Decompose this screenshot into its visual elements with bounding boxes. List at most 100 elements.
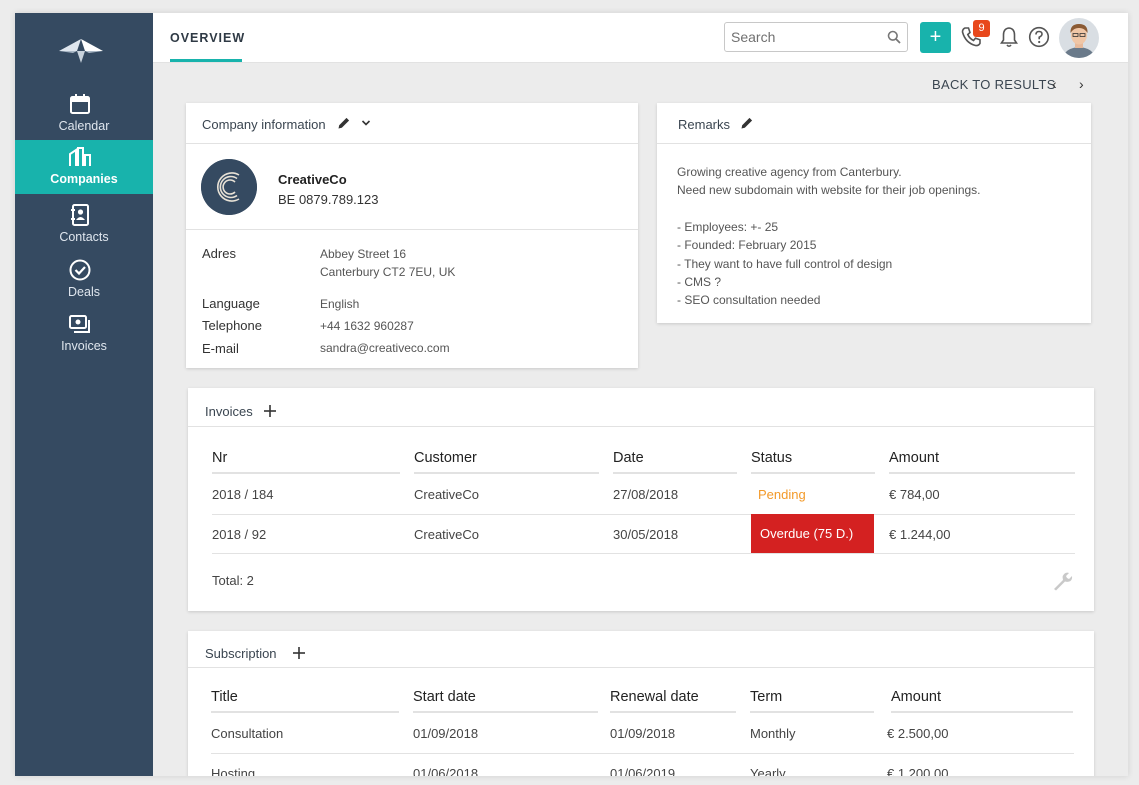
remarks-card: Remarks Growing creative agency from Can… bbox=[657, 103, 1091, 323]
divider bbox=[186, 229, 638, 230]
card-header: Invoices bbox=[188, 388, 1094, 427]
header-underline bbox=[211, 711, 399, 713]
search-icon[interactable] bbox=[887, 30, 901, 44]
email-label: E-mail bbox=[202, 341, 239, 356]
subscription-title: Hosting bbox=[211, 766, 256, 776]
companies-icon bbox=[69, 147, 91, 166]
remark-line: - SEO consultation needed bbox=[677, 293, 821, 307]
status-badge: Pending bbox=[758, 487, 806, 502]
column-header-nr[interactable]: Nr bbox=[212, 450, 227, 466]
sidebar-item-label: Contacts bbox=[59, 230, 109, 244]
invoices-card: Invoices Nr Customer Date Status Amount … bbox=[188, 388, 1094, 611]
card-title: Invoices bbox=[205, 404, 253, 419]
remark-line: - CMS ? bbox=[677, 275, 722, 289]
sidebar: Calendar Companies Contacts Deals Invoic… bbox=[15, 13, 153, 776]
header-underline bbox=[891, 711, 1073, 713]
top-bar: OVERVIEW + 9 bbox=[153, 13, 1128, 63]
help-icon[interactable] bbox=[1028, 26, 1050, 48]
sidebar-item-deals[interactable]: Deals bbox=[15, 253, 153, 307]
sidebar-item-companies[interactable]: Companies bbox=[15, 140, 153, 194]
calendar-icon bbox=[70, 94, 90, 114]
address-label: Adres bbox=[202, 246, 236, 261]
chevron-down-icon[interactable] bbox=[361, 118, 371, 128]
header-underline bbox=[413, 711, 598, 713]
contacts-icon bbox=[71, 204, 89, 226]
deals-icon bbox=[69, 259, 91, 281]
address-line-2: Canterbury CT2 7EU, UK bbox=[320, 265, 456, 279]
card-header: Company information bbox=[186, 103, 638, 144]
invoice-amount: € 1.244,00 bbox=[889, 527, 951, 542]
logo-icon[interactable] bbox=[59, 37, 103, 63]
language-value: English bbox=[320, 297, 360, 311]
column-header-amount[interactable]: Amount bbox=[889, 450, 939, 466]
invoice-nr: 2018 / 184 bbox=[212, 487, 274, 502]
remark-line: Need new subdomain with website for thei… bbox=[677, 183, 981, 197]
header-underline bbox=[414, 472, 599, 474]
back-to-results-link[interactable]: BACK TO RESULTS bbox=[932, 77, 1056, 92]
subscription-term: Yearly bbox=[750, 766, 786, 776]
invoice-amount: € 784,00 bbox=[889, 487, 940, 502]
add-button[interactable]: + bbox=[920, 22, 951, 53]
invoice-date: 27/08/2018 bbox=[613, 487, 679, 502]
invoice-total: Total: 2 bbox=[212, 573, 254, 588]
subscription-title: Consultation bbox=[211, 726, 284, 741]
company-vat: BE 0879.789.123 bbox=[278, 192, 379, 207]
sidebar-item-label: Invoices bbox=[61, 339, 107, 353]
subscription-renewal: 01/06/2019 bbox=[610, 766, 676, 776]
telephone-label: Telephone bbox=[202, 318, 262, 333]
subscription-start: 01/06/2018 bbox=[413, 766, 479, 776]
add-invoice-button[interactable] bbox=[263, 397, 277, 423]
prev-result-button[interactable]: ‹ bbox=[1052, 76, 1057, 92]
avatar[interactable] bbox=[1059, 18, 1099, 58]
bell-icon[interactable] bbox=[998, 26, 1020, 48]
card-title: Subscription bbox=[205, 646, 277, 661]
column-header-amount[interactable]: Amount bbox=[891, 689, 941, 705]
add-subscription-button[interactable] bbox=[292, 640, 306, 665]
sidebar-item-contacts[interactable]: Contacts bbox=[15, 198, 153, 252]
invoice-date: 30/05/2018 bbox=[613, 527, 679, 542]
remark-line: - They want to have full control of desi… bbox=[677, 257, 893, 271]
call-badge: 9 bbox=[973, 20, 990, 37]
invoices-icon bbox=[69, 315, 90, 333]
pencil-icon[interactable] bbox=[337, 116, 351, 130]
subscription-amount: € 1.200,00 bbox=[887, 766, 949, 776]
remark-line: - Founded: February 2015 bbox=[677, 238, 817, 252]
telephone-value[interactable]: +44 1632 960287 bbox=[320, 319, 414, 333]
card-title: Remarks bbox=[678, 117, 731, 132]
company-name: CreativeCo bbox=[278, 172, 347, 187]
column-header-customer[interactable]: Customer bbox=[414, 450, 477, 466]
email-value[interactable]: sandra@creativeco.com bbox=[320, 341, 450, 355]
next-result-button[interactable]: › bbox=[1079, 76, 1084, 92]
app-window: Calendar Companies Contacts Deals Invoic… bbox=[15, 13, 1128, 776]
sidebar-item-label: Companies bbox=[50, 172, 118, 186]
column-header-renewal-date[interactable]: Renewal date bbox=[610, 689, 699, 705]
card-header: Subscription bbox=[188, 631, 1094, 668]
remark-line: Growing creative agency from Canterbury. bbox=[677, 165, 902, 179]
wrench-icon[interactable] bbox=[1051, 570, 1073, 592]
sidebar-item-calendar[interactable]: Calendar bbox=[15, 87, 153, 141]
column-header-date[interactable]: Date bbox=[613, 450, 644, 466]
header-underline bbox=[750, 711, 874, 713]
search-input[interactable] bbox=[725, 23, 875, 51]
subscription-renewal: 01/09/2018 bbox=[610, 726, 676, 741]
sidebar-item-label: Calendar bbox=[58, 119, 110, 133]
tab-overview[interactable]: OVERVIEW bbox=[170, 13, 244, 63]
card-header: Remarks bbox=[657, 103, 1091, 144]
column-header-status[interactable]: Status bbox=[751, 450, 792, 466]
company-logo bbox=[201, 159, 257, 215]
subscription-card: Subscription Title Start date Renewal da… bbox=[188, 631, 1094, 776]
subscription-amount: € 2.500,00 bbox=[887, 726, 949, 741]
column-header-title[interactable]: Title bbox=[211, 689, 238, 705]
address-line-1: Abbey Street 16 bbox=[320, 247, 407, 261]
status-badge: Overdue (75 D.) bbox=[751, 514, 874, 553]
company-information-card: Company information CreativeCo BE 0879.7… bbox=[186, 103, 638, 368]
remark-line: - Employees: +- 25 bbox=[677, 220, 779, 234]
sidebar-item-invoices[interactable]: Invoices bbox=[15, 307, 153, 361]
row-divider bbox=[212, 514, 1075, 515]
header-underline bbox=[212, 472, 400, 474]
column-header-term[interactable]: Term bbox=[750, 689, 782, 705]
pencil-icon[interactable] bbox=[740, 116, 754, 130]
header-underline bbox=[610, 711, 736, 713]
column-header-start-date[interactable]: Start date bbox=[413, 689, 476, 705]
plus-icon bbox=[293, 647, 305, 659]
